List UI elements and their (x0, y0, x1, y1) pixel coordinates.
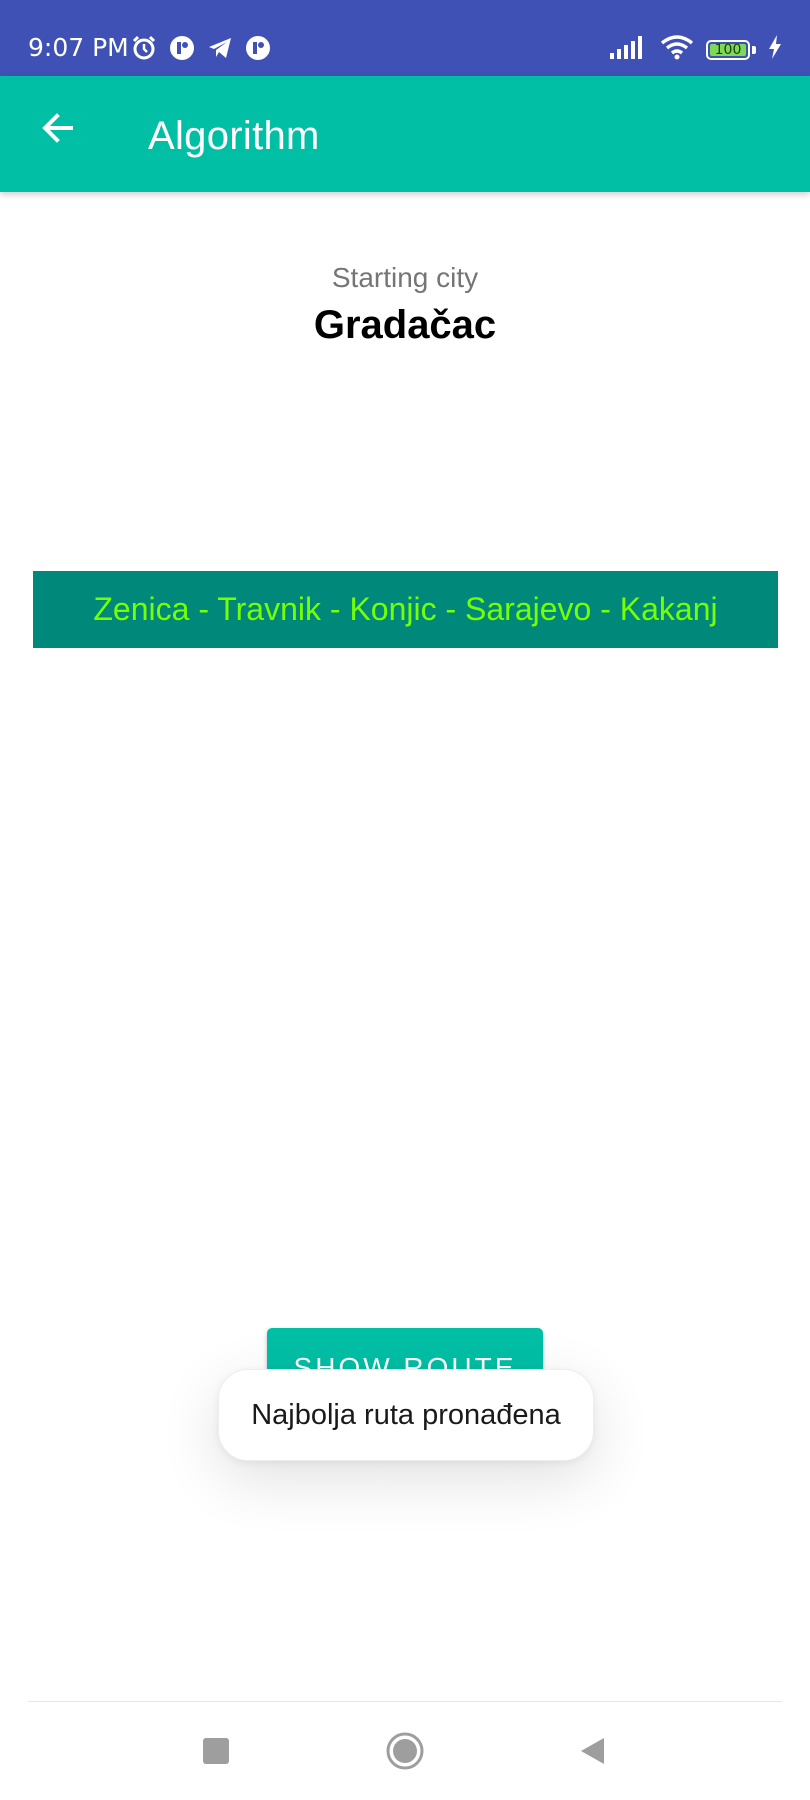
home-circle-icon (385, 1731, 425, 1776)
starting-city-label: Starting city (331, 262, 479, 293)
home-button[interactable] (377, 1728, 433, 1778)
arrow-back-icon (40, 110, 76, 151)
back-nav-button[interactable] (565, 1728, 621, 1778)
telegram-icon (206, 34, 234, 62)
navigation-bar (0, 1702, 810, 1800)
starting-city-value: Gradačac (313, 303, 497, 347)
page-title: Algorithm (148, 114, 320, 158)
alarm-icon (130, 34, 158, 62)
battery-icon: 100 (706, 39, 750, 60)
status-time: 9:07 PM (28, 33, 129, 62)
recents-square-icon (202, 1737, 230, 1770)
route-text: Zenica - Travnik - Konjic - Sarajevo - K… (93, 591, 718, 627)
charging-icon (768, 35, 782, 64)
app-bar: Algorithm (0, 76, 810, 192)
notification-app-icon (168, 34, 196, 62)
recents-button[interactable] (188, 1728, 244, 1778)
signal-icon (610, 35, 648, 64)
toast-text: Najbolja ruta pronađena (251, 1398, 561, 1431)
toast-message: Najbolja ruta pronađena (218, 1369, 594, 1461)
back-triangle-icon (578, 1736, 608, 1771)
battery-level: 100 (714, 41, 742, 58)
route-banner: Zenica - Travnik - Konjic - Sarajevo - K… (33, 571, 778, 648)
status-bar: 9:07 PM 100 (0, 0, 810, 76)
status-system-icons: 100 (610, 34, 782, 65)
status-notification-icons (130, 34, 272, 62)
battery-tip (752, 45, 756, 54)
back-button[interactable] (28, 100, 88, 160)
wifi-icon (660, 34, 694, 65)
notification-app-icon (244, 34, 272, 62)
